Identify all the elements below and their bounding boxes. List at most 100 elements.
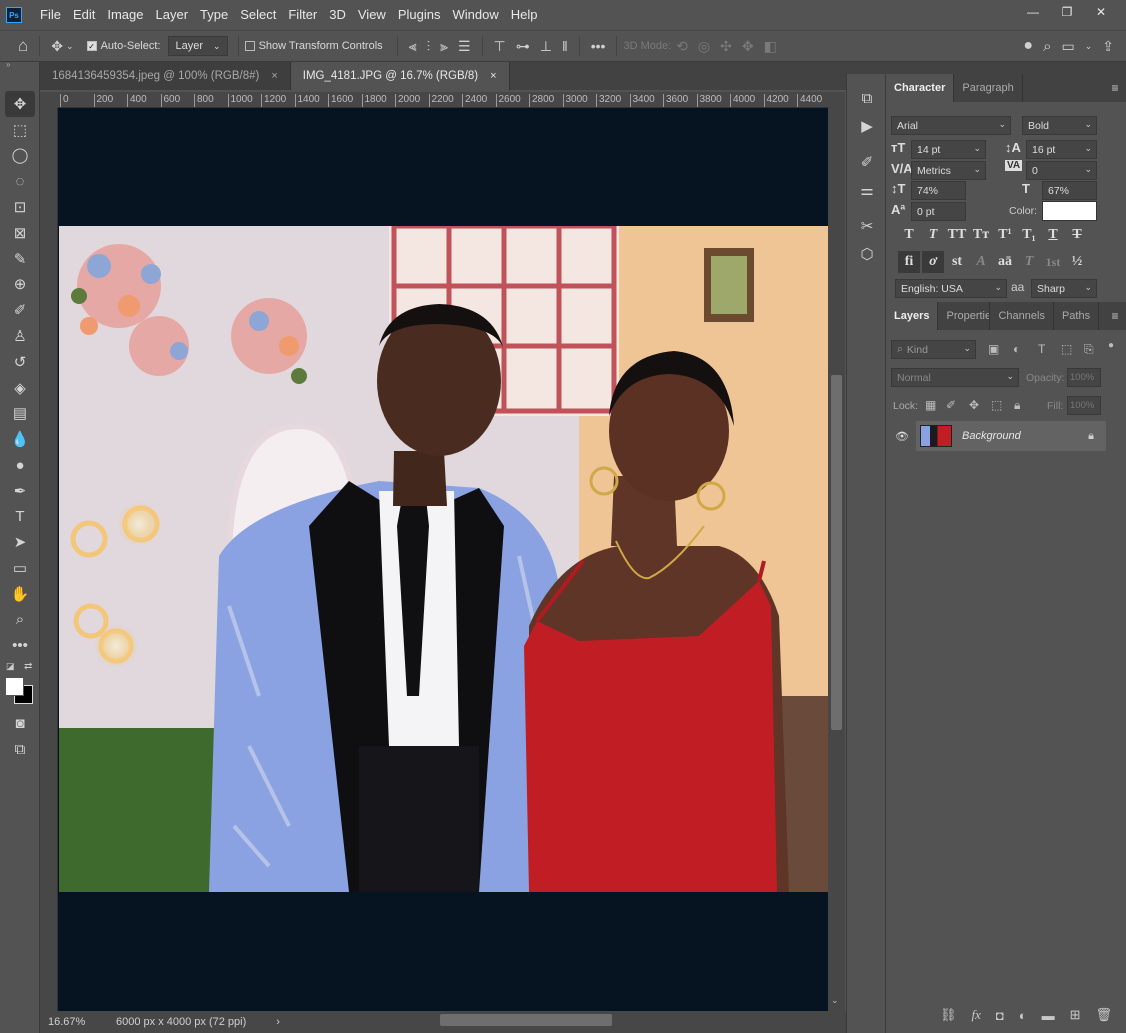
horizontal-scroll-thumb[interactable] bbox=[440, 1014, 612, 1026]
lock-all-icon[interactable]: 🔒︎ bbox=[1014, 398, 1020, 413]
tab-channels[interactable]: Channels bbox=[990, 302, 1054, 330]
stylistic-alternates-button[interactable]: aā bbox=[994, 251, 1016, 273]
tab-layers[interactable]: Layers bbox=[886, 302, 939, 330]
brush-settings-icon[interactable]: ✐ bbox=[847, 148, 887, 176]
panel-menu-icon[interactable]: ≡ bbox=[1104, 302, 1126, 330]
link-layers-icon[interactable]: ⛓ bbox=[940, 1007, 957, 1023]
small-caps-button[interactable]: Tт bbox=[970, 224, 992, 246]
faux-italic-button[interactable]: T bbox=[922, 224, 944, 246]
panel-menu-icon[interactable]: ≡ bbox=[1104, 74, 1126, 102]
collapse-tools-icon[interactable]: » bbox=[0, 61, 39, 70]
tab-document-1[interactable]: 1684136459354.jpeg @ 100% (RGB/8#) × bbox=[40, 62, 291, 90]
tool-presets-icon[interactable]: ✂ bbox=[847, 212, 887, 240]
align-middle-icon[interactable]: ⊶ bbox=[516, 38, 530, 55]
fill-field[interactable]: 100% bbox=[1067, 396, 1101, 415]
language-select[interactable]: English: USA ⌄ bbox=[895, 279, 1007, 298]
restore-button[interactable]: ❐ bbox=[1050, 2, 1084, 22]
move-tool[interactable]: ✥ bbox=[5, 91, 35, 117]
actions-play-icon[interactable]: ▶ bbox=[847, 112, 887, 140]
faux-bold-button[interactable]: T bbox=[898, 224, 920, 246]
opacity-field[interactable]: 100% bbox=[1067, 368, 1101, 387]
font-size-field[interactable]: 14 pt ⌄ bbox=[911, 140, 986, 159]
vertical-scroll-thumb[interactable] bbox=[831, 375, 842, 730]
healing-brush-tool[interactable]: ⊕ bbox=[0, 272, 40, 298]
menu-view[interactable]: View bbox=[352, 0, 392, 30]
edit-toolbar-icon[interactable]: ••• bbox=[0, 633, 40, 659]
align-top-icon[interactable]: ⊤ bbox=[494, 38, 506, 55]
baseline-shift-field[interactable]: 0 pt bbox=[911, 202, 966, 221]
filter-kind-select[interactable]: ⌕ Kind ⌄ bbox=[891, 340, 976, 359]
hand-tool[interactable]: ✋ bbox=[0, 581, 40, 607]
auto-select-checkbox[interactable]: ✓ bbox=[86, 41, 97, 51]
tab-paths[interactable]: Paths bbox=[1054, 302, 1100, 330]
menu-window[interactable]: Window bbox=[446, 0, 504, 30]
tab-document-2[interactable]: IMG_4181.JPG @ 16.7% (RGB/8) × bbox=[290, 62, 510, 90]
tab-paragraph[interactable]: Paragraph bbox=[954, 74, 1023, 102]
swap-colors-icon[interactable]: ⇄ bbox=[24, 661, 32, 672]
rectangle-tool[interactable]: ▭ bbox=[0, 555, 40, 581]
old-style-button[interactable]: ơ bbox=[922, 251, 944, 273]
horizontal-scale-field[interactable]: 67% bbox=[1042, 181, 1097, 200]
lock-artboard-icon[interactable]: ⬚ bbox=[991, 398, 1002, 412]
distribute-vertical-icon[interactable]: ‖ bbox=[562, 38, 568, 54]
default-colors-icon[interactable]: ◪ bbox=[6, 661, 15, 672]
vertical-scale-field[interactable]: 74% bbox=[911, 181, 966, 200]
minimize-button[interactable]: — bbox=[1016, 2, 1050, 22]
screen-mode-icon[interactable]: ⧉ bbox=[0, 736, 40, 762]
crop-tool[interactable]: ⊡ bbox=[0, 194, 40, 220]
ruler-corner[interactable] bbox=[40, 92, 58, 108]
font-style-select[interactable]: Bold ⌄ bbox=[1022, 116, 1097, 135]
home-icon[interactable]: ⌂ bbox=[18, 36, 28, 56]
pen-tool[interactable]: ✒ bbox=[0, 478, 40, 504]
auto-select-dropdown[interactable]: Layer ⌄ bbox=[168, 36, 228, 56]
add-mask-icon[interactable]: ◘ bbox=[996, 1008, 1004, 1023]
new-layer-icon[interactable]: ⊞ bbox=[1070, 1007, 1081, 1023]
move-tool-icon[interactable]: ✥ bbox=[51, 38, 63, 55]
gradient-tool[interactable]: ▤ bbox=[0, 401, 40, 427]
lock-pixels-icon[interactable]: ✐ bbox=[946, 398, 956, 412]
horizontal-ruler[interactable]: 0 200 400 600 800 1000 1200 1400 1600 1800 2000 220… bbox=[58, 92, 828, 108]
fractions-button[interactable]: ½ bbox=[1066, 251, 1088, 273]
history-icon[interactable]: ⧉ bbox=[847, 84, 887, 112]
workspace-icon[interactable]: ▭ bbox=[1061, 38, 1074, 55]
close-tab-icon[interactable]: × bbox=[271, 70, 277, 82]
menu-layer[interactable]: Layer bbox=[150, 0, 195, 30]
align-left-icon[interactable]: ⫷ bbox=[409, 38, 417, 55]
foreground-color-swatch[interactable] bbox=[5, 676, 24, 696]
filter-adjustment-icon[interactable]: ◐ bbox=[1013, 342, 1020, 356]
align-center-icon[interactable]: ⫶ bbox=[427, 38, 431, 55]
brush-tool[interactable]: ✐ bbox=[0, 297, 40, 323]
tracking-field[interactable]: 0 ⌄ bbox=[1026, 161, 1097, 180]
underline-button[interactable]: T bbox=[1042, 224, 1064, 246]
align-right-icon[interactable]: ⫸ bbox=[440, 38, 448, 55]
subscript-button[interactable]: T₁ bbox=[1018, 224, 1040, 246]
menu-help[interactable]: Help bbox=[505, 0, 544, 30]
status-menu-arrow[interactable]: › bbox=[276, 1016, 280, 1028]
chevron-down-icon[interactable]: ⌄ bbox=[1085, 41, 1093, 52]
filter-pixel-icon[interactable]: ▣ bbox=[988, 342, 999, 356]
tab-character[interactable]: Character bbox=[886, 74, 955, 102]
titling-button[interactable]: T bbox=[1018, 251, 1040, 273]
swash-button[interactable]: A bbox=[970, 251, 992, 273]
menu-select[interactable]: Select bbox=[234, 0, 282, 30]
learn-icon[interactable]: ● bbox=[1023, 37, 1033, 55]
superscript-button[interactable]: T¹ bbox=[994, 224, 1016, 246]
filter-type-icon[interactable]: T bbox=[1038, 342, 1045, 356]
frame-tool[interactable]: ⊠ bbox=[0, 220, 40, 246]
filter-smart-object-icon[interactable]: ⎘ bbox=[1084, 342, 1094, 357]
lock-position-icon[interactable]: ✥ bbox=[969, 398, 979, 412]
canvas[interactable] bbox=[58, 108, 828, 1011]
marquee-tool[interactable]: ⬚ bbox=[0, 117, 40, 143]
lasso-tool[interactable]: ◯ bbox=[0, 143, 40, 169]
filter-toggle-icon[interactable]: ● bbox=[1108, 340, 1114, 351]
menu-image[interactable]: Image bbox=[101, 0, 149, 30]
text-color-swatch[interactable] bbox=[1042, 201, 1097, 221]
quick-mask-icon[interactable]: ◙ bbox=[0, 711, 40, 737]
zoom-tool[interactable]: ⌕ bbox=[0, 607, 40, 633]
menu-filter[interactable]: Filter bbox=[282, 0, 323, 30]
visibility-eye-icon[interactable]: 👁︎ bbox=[895, 430, 909, 443]
distribute-icon[interactable]: ☰ bbox=[458, 38, 471, 55]
strikethrough-button[interactable]: T bbox=[1066, 224, 1088, 246]
vertical-ruler[interactable] bbox=[40, 108, 58, 1011]
clone-stamp-tool[interactable]: ♙ bbox=[0, 323, 40, 349]
